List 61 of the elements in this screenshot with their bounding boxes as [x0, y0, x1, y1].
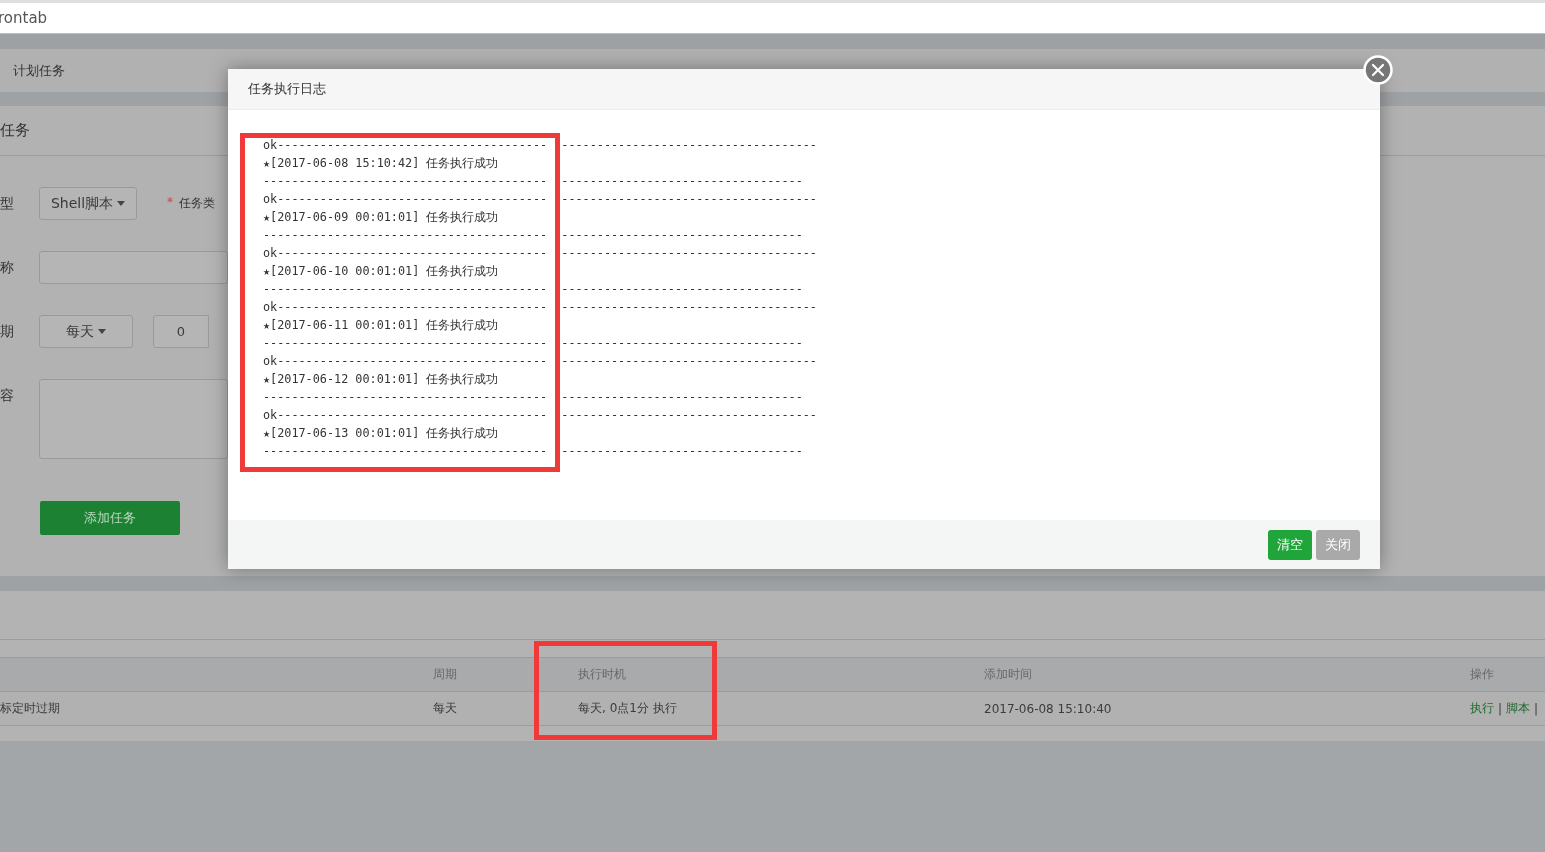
clear-button[interactable]: 清空 — [1268, 529, 1312, 560]
log-line: ok-------------------------------------- — [263, 353, 548, 370]
field-label: 容 — [0, 386, 15, 405]
log-line: ---------------------------------------- — [263, 173, 548, 190]
column-header: 添加时间 — [984, 666, 1033, 683]
log-line: ---------------------------------- — [561, 173, 803, 190]
log-line: ---------------------------------------- — [263, 227, 548, 244]
table-cell-text: 标定时过期 — [0, 700, 61, 717]
column-header: 操作 — [1470, 666, 1495, 683]
required-mark: * — [167, 194, 173, 211]
log-line: ---------------------------------- — [561, 227, 803, 244]
separator-text: | — [1498, 701, 1503, 716]
field-label: 型 — [0, 194, 15, 213]
log-line: ---------------------------------- — [561, 281, 803, 298]
log-line: ★[2017-06-13 00:01:01] 任务执行成功 — [263, 425, 499, 442]
input-field[interactable]: 0 — [153, 315, 209, 348]
log-line: ------------------------------------ — [561, 407, 817, 424]
log-line: ------------------------------------ — [561, 353, 817, 370]
breadcrumb-item: 计划任务 — [13, 61, 65, 80]
action-link[interactable]: 脚本 — [1506, 700, 1531, 717]
log-line: ---------------------------------- — [561, 389, 803, 406]
modal-title: 任务执行日志 — [248, 80, 326, 98]
add-task-button[interactable]: 添加任务 — [40, 501, 180, 535]
log-line: ★[2017-06-08 15:10:42] 任务执行成功 — [263, 155, 499, 172]
log-line: ★[2017-06-10 00:01:01] 任务执行成功 — [263, 263, 499, 280]
log-line: ok-------------------------------------- — [263, 299, 548, 316]
log-line: ---------------------------------- — [561, 443, 803, 460]
log-line: ok-------------------------------------- — [263, 137, 548, 154]
table-cell-text: 每天, 0点1分 执行 — [578, 700, 678, 717]
address-text[interactable]: rontab — [0, 9, 48, 27]
log-line: ok-------------------------------------- — [263, 407, 548, 424]
log-line: ---------------------------------------- — [263, 281, 548, 298]
table-cell-text: 每天 — [433, 700, 458, 717]
log-line: ---------------------------------------- — [263, 443, 548, 460]
field-label: 称 — [0, 258, 15, 277]
log-line: ---------------------------------- — [561, 335, 803, 352]
log-line: ---------------------------------------- — [263, 335, 548, 352]
log-line: ------------------------------------ — [561, 137, 817, 154]
column-header: 执行时机 — [578, 666, 627, 683]
log-line: ★[2017-06-11 00:01:01] 任务执行成功 — [263, 317, 499, 334]
table-cell-text: 2017-06-08 15:10:40 — [984, 701, 1113, 716]
dropdown[interactable]: 每天 — [39, 315, 133, 348]
log-line: ------------------------------------ — [561, 299, 817, 316]
action-link[interactable]: 执行 — [1470, 700, 1494, 717]
log-line: ★[2017-06-09 00:01:01] 任务执行成功 — [263, 209, 499, 226]
caret-icon — [98, 329, 106, 334]
field-label: 期 — [0, 322, 15, 341]
text-area[interactable] — [39, 379, 228, 459]
caret-icon — [117, 201, 126, 206]
log-line: ★[2017-06-12 00:01:01] 任务执行成功 — [263, 371, 499, 388]
panel-title: 任务 — [0, 121, 30, 140]
log-line: ---------------------------------------- — [263, 389, 548, 406]
log-line: ok-------------------------------------- — [263, 245, 548, 262]
column-header: 周期 — [433, 666, 458, 683]
log-line: ------------------------------------ — [561, 191, 817, 208]
log-line: ok-------------------------------------- — [263, 191, 548, 208]
field-label: 任务类 — [179, 195, 215, 212]
separator-text: | — [1534, 701, 1539, 716]
log-line: ------------------------------------ — [561, 245, 817, 262]
dropdown[interactable]: Shell脚本 — [39, 187, 137, 220]
input-field[interactable] — [39, 251, 228, 284]
